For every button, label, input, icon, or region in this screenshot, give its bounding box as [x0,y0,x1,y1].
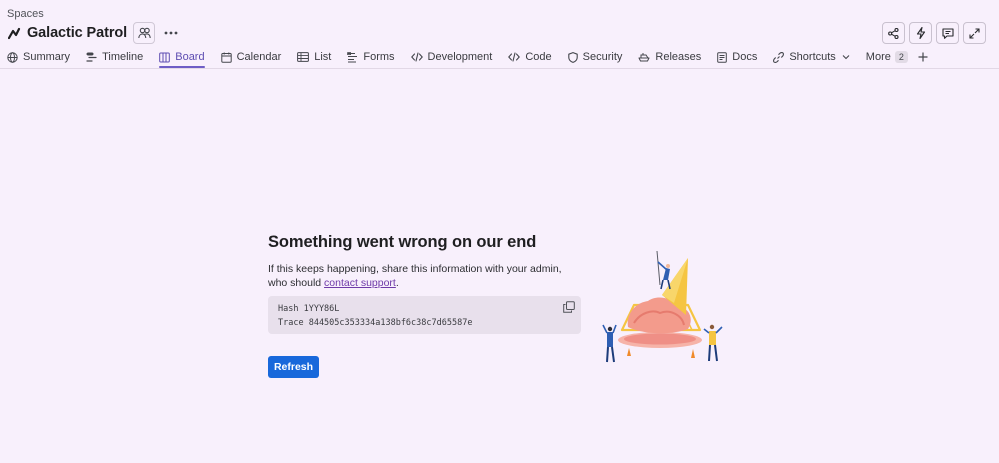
share-button[interactable] [882,22,905,44]
tab-board[interactable]: Board [159,48,205,68]
project-icon [7,26,21,40]
error-title: Something went wrong on our end [268,233,537,251]
tab-security[interactable]: Security [567,48,623,66]
list-icon [297,52,310,62]
ellipsis-icon [164,31,178,35]
calendar-icon [220,52,232,63]
add-tab-button[interactable] [918,48,928,66]
header-divider [0,68,999,69]
tab-label: Timeline [102,51,144,63]
document-icon [717,51,728,63]
forms-icon [347,51,358,63]
error-message: If this keeps happening, share this info… [268,263,582,290]
plus-icon [918,52,928,62]
error-message-text: If this keeps happening, share this info… [268,263,562,289]
shield-icon [567,51,578,63]
error-details: Hash 1YYY86L Trace 844505c353334a138bf6c… [268,296,581,334]
chevron-down-icon [842,55,850,60]
automation-button[interactable] [909,22,932,44]
count-badge: 2 [894,51,908,63]
feedback-button[interactable] [936,22,959,44]
page-title: Galactic Patrol [27,25,128,41]
timeline-icon [86,52,97,62]
copy-icon[interactable] [563,301,575,313]
share-icon [888,27,899,39]
tab-calendar[interactable]: Calendar [220,48,282,66]
error-message-end: . [395,276,399,289]
link-icon [773,51,785,63]
tab-docs[interactable]: Docs [717,48,757,66]
lightning-icon [916,27,925,39]
trace-line: Trace 844505c353334a138bf6c38c7d65587e [278,317,473,328]
refresh-button[interactable]: Refresh [268,356,319,378]
error-panel: Something went wrong on our end If this … [268,233,582,378]
board-icon [159,52,171,62]
tab-label: Releases [655,51,702,63]
feedback-icon [941,27,954,39]
tab-label: List [314,51,332,63]
code-brackets-icon [410,52,423,62]
tab-forms[interactable]: Forms [347,48,395,66]
tab-label: Calendar [236,51,282,63]
fullscreen-icon [969,27,980,39]
tab-label: Development [427,51,493,63]
tab-code[interactable]: Code [508,48,552,66]
tab-label: Code [525,51,552,63]
hash-line: Hash 1YYY86L [278,304,340,314]
tab-summary[interactable]: Summary [7,48,70,66]
ship-icon [638,53,650,62]
more-actions-button[interactable] [161,22,181,44]
tab-label: Board [175,51,205,63]
code-icon [508,52,521,62]
tab-label: Forms [363,51,395,63]
project-header: Galactic Patrol [7,22,181,44]
fullscreen-button[interactable] [963,22,986,44]
breadcrumb[interactable]: Spaces [7,8,44,20]
tab-label: Security [582,51,623,63]
contact-support-link[interactable]: contact support [324,277,396,289]
error-illustration [602,250,723,363]
tab-more[interactable]: More 2 [866,48,908,66]
tab-timeline[interactable]: Timeline [86,48,143,66]
people-icon [137,27,151,39]
tab-releases[interactable]: Releases [638,48,701,66]
tab-list[interactable]: List [297,48,331,66]
top-actions [882,22,986,44]
people-button[interactable] [133,22,156,44]
tab-label: Docs [732,51,758,63]
tab-label: Summary [23,51,71,63]
tab-label: Shortcuts [789,51,836,63]
tab-development[interactable]: Development [410,48,493,66]
space-tabs: Summary Timeline Board Calendar List For… [7,48,928,68]
tab-shortcuts[interactable]: Shortcuts [773,48,850,66]
globe-icon [7,51,18,63]
tab-label: More [865,51,891,63]
